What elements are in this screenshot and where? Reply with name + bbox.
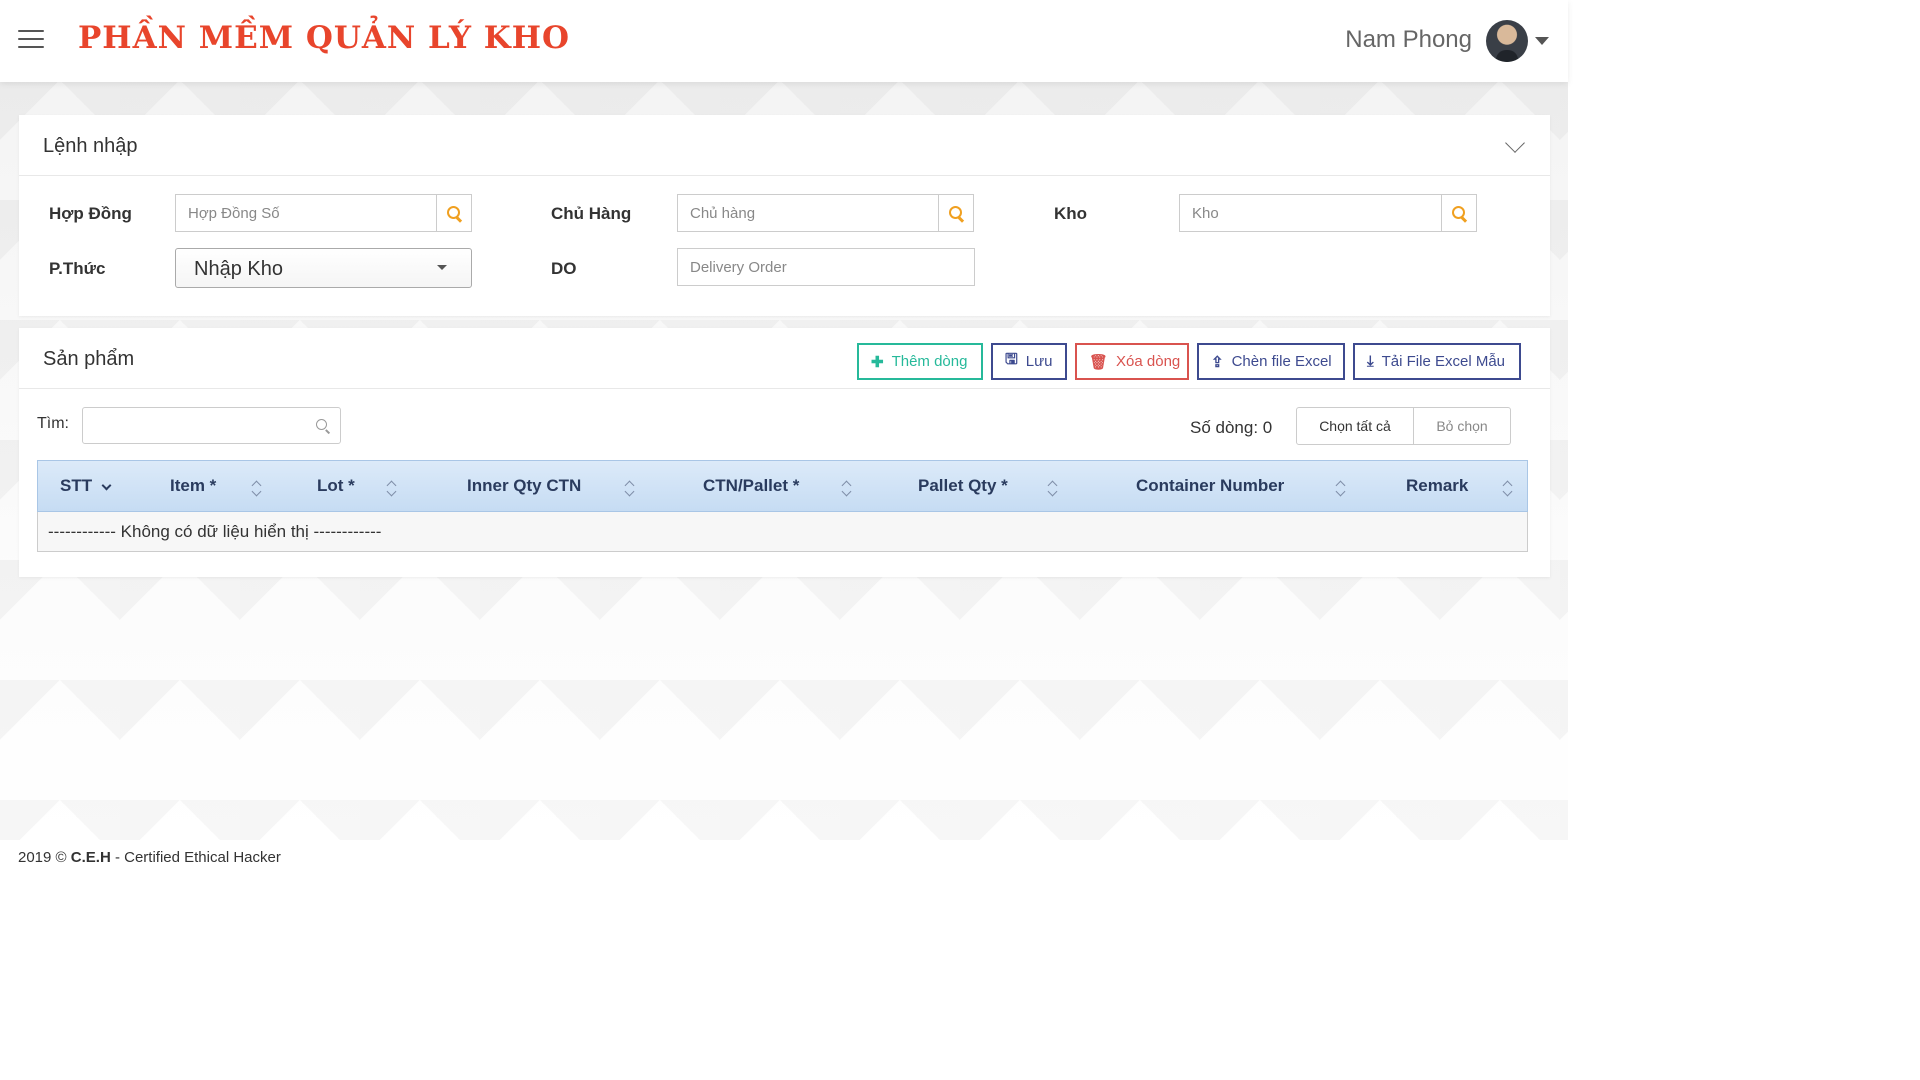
contract-search-button[interactable] xyxy=(436,195,471,231)
download-template-button[interactable]: ⤓ Tải File Excel Mẫu xyxy=(1353,343,1521,380)
contract-label: Hợp Đồng xyxy=(49,204,132,223)
user-menu-caret-icon[interactable] xyxy=(1535,37,1549,45)
method-label: P.Thức xyxy=(49,259,106,278)
table-header-row: STT Item * Lot * Inner Qty CTN CTN/Palle… xyxy=(37,460,1528,512)
table-search-box xyxy=(82,407,341,444)
sort-icon[interactable] xyxy=(1048,480,1056,496)
insert-excel-button[interactable]: ⇪ Chèn file Excel xyxy=(1197,343,1345,380)
sort-icon[interactable] xyxy=(1336,480,1344,496)
column-header-remark[interactable]: Remark xyxy=(1406,476,1468,496)
deselect-button[interactable]: Bỏ chọn xyxy=(1414,407,1511,445)
save-button[interactable]: 🖫 Lưu xyxy=(991,343,1067,380)
download-template-label: Tải File Excel Mẫu xyxy=(1381,353,1506,370)
sort-icon[interactable] xyxy=(625,480,633,496)
add-row-label: Thêm dòng xyxy=(891,353,968,370)
sort-icon[interactable] xyxy=(252,480,260,496)
user-name[interactable]: Nam Phong xyxy=(1345,26,1472,54)
delete-row-button[interactable]: 🗑 Xóa dòng xyxy=(1075,343,1189,380)
method-select[interactable]: Nhập Kho xyxy=(175,248,472,288)
empty-message: ------------ Không có dữ liệu hiển thị -… xyxy=(48,522,382,541)
warehouse-search-button[interactable] xyxy=(1441,195,1476,231)
floppy-disk-icon: 🖫 xyxy=(1005,351,1018,368)
footer: 2019 © C.E.H - Certified Ethical Hacker xyxy=(18,849,281,866)
products-table: STT Item * Lot * Inner Qty CTN CTN/Palle… xyxy=(37,460,1528,552)
column-header-inner-qty[interactable]: Inner Qty CTN xyxy=(467,476,581,496)
select-all-button[interactable]: Chọn tất cả xyxy=(1296,407,1414,445)
trash-icon: 🗑 xyxy=(1089,353,1109,371)
download-icon: ⤓ xyxy=(1367,353,1374,370)
import-order-title: Lệnh nhập xyxy=(43,135,138,157)
owner-input-group xyxy=(677,194,974,232)
warehouse-input-group xyxy=(1179,194,1477,232)
search-icon xyxy=(1452,206,1466,220)
menu-icon[interactable] xyxy=(18,30,44,50)
owner-label: Chủ Hàng xyxy=(551,204,632,223)
do-input-group xyxy=(677,248,975,286)
search-icon xyxy=(316,418,330,433)
products-panel-header: Sản phẩm ✚ Thêm dòng 🖫 Lưu 🗑 Xóa dòng ⇪ … xyxy=(19,328,1550,389)
import-order-panel: Lệnh nhập Hợp Đồng Chủ Hàng Kho P.Thức N… xyxy=(19,115,1550,316)
column-header-container-number[interactable]: Container Number xyxy=(1136,476,1284,496)
delivery-order-input[interactable] xyxy=(678,249,974,285)
upload-icon: ⇪ xyxy=(1211,353,1224,371)
search-icon xyxy=(447,206,461,220)
sort-icon[interactable] xyxy=(842,480,850,496)
collapse-chevron-icon[interactable] xyxy=(1505,133,1525,153)
selection-button-group: Chọn tất cả Bỏ chọn xyxy=(1296,407,1511,445)
plus-icon: ✚ xyxy=(871,353,884,371)
sort-icon[interactable] xyxy=(1503,480,1511,496)
products-title: Sản phẩm xyxy=(43,348,135,370)
column-header-lot[interactable]: Lot * xyxy=(317,476,355,496)
row-count: Số dòng: 0 xyxy=(1190,418,1273,437)
sort-descending-icon[interactable] xyxy=(101,480,112,491)
insert-excel-label: Chèn file Excel xyxy=(1231,353,1332,370)
sort-icon[interactable] xyxy=(387,480,395,496)
method-selected-value: Nhập Kho xyxy=(194,258,283,280)
products-panel: Sản phẩm ✚ Thêm dòng 🖫 Lưu 🗑 Xóa dòng ⇪ … xyxy=(19,328,1550,577)
column-header-pallet-qty[interactable]: Pallet Qty * xyxy=(918,476,1008,496)
contract-input[interactable] xyxy=(176,195,436,231)
column-header-stt[interactable]: STT xyxy=(60,476,92,496)
caret-down-icon xyxy=(437,265,447,270)
owner-input[interactable] xyxy=(678,195,938,231)
search-label: Tìm: xyxy=(37,415,69,432)
column-header-ctn-pallet[interactable]: CTN/Pallet * xyxy=(703,476,799,496)
column-header-item[interactable]: Item * xyxy=(170,476,216,496)
save-label: Lưu xyxy=(1025,353,1053,370)
top-header: PHẦN MỀM QUẢN LÝ KHO Nam Phong xyxy=(0,0,1568,82)
app-title: PHẦN MỀM QUẢN LÝ KHO xyxy=(78,20,571,56)
contract-input-group xyxy=(175,194,472,232)
footer-year: 2019 © xyxy=(18,849,67,866)
footer-text: - Certified Ethical Hacker xyxy=(110,849,281,866)
warehouse-input[interactable] xyxy=(1180,195,1441,231)
footer-brand[interactable]: C.E.H xyxy=(71,849,111,866)
owner-search-button[interactable] xyxy=(938,195,973,231)
delete-row-label: Xóa dòng xyxy=(1116,353,1181,370)
avatar[interactable] xyxy=(1486,20,1528,62)
warehouse-label: Kho xyxy=(1054,204,1088,223)
do-label: DO xyxy=(551,259,577,278)
table-empty-row: ------------ Không có dữ liệu hiển thị -… xyxy=(37,512,1528,552)
search-icon xyxy=(949,206,963,220)
add-row-button[interactable]: ✚ Thêm dòng xyxy=(857,343,983,380)
table-search-input[interactable] xyxy=(83,408,316,443)
import-order-panel-header: Lệnh nhập xyxy=(19,115,1550,176)
